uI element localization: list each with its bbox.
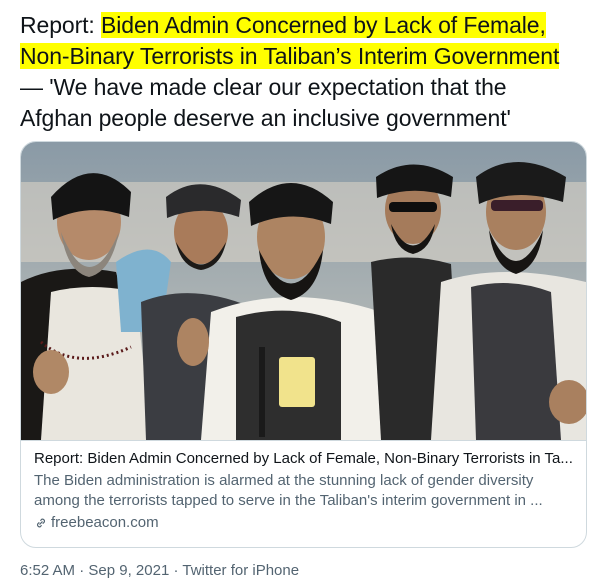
link-preview-card[interactable]: Report: Biden Admin Concerned by Lack of…: [20, 141, 587, 548]
link-icon: [36, 518, 46, 528]
card-image[interactable]: [21, 142, 586, 441]
card-domain: freebeacon.com: [34, 513, 579, 533]
tweet-text-line-3: — 'We have made clear our expectation th…: [20, 74, 507, 100]
tweet-time[interactable]: 6:52 AM: [20, 562, 75, 579]
tweet-meta: 6:52 AM · Sep 9, 2021 · Twitter for iPho…: [20, 562, 299, 579]
tweet-prefix: Report:: [20, 12, 102, 38]
tweet-text-line-2: Non-Binary Terrorists in Taliban’s Inter…: [20, 41, 600, 72]
tweet-date[interactable]: Sep 9, 2021: [88, 562, 169, 579]
card-domain-text: freebeacon.com: [51, 514, 159, 531]
card-description-line-1: The Biden administration is alarmed at t…: [34, 472, 534, 489]
tweet-text-line-4: Afghan people deserve an inclusive gover…: [20, 105, 511, 131]
card-body: Report: Biden Admin Concerned by Lack of…: [34, 449, 579, 533]
meta-separator: ·: [169, 562, 183, 579]
highlighted-headline-part-2: Non-Binary Terrorists in Taliban’s Inter…: [20, 43, 560, 69]
tweet-text-line-1: Report: Biden Admin Concerned by Lack of…: [20, 10, 600, 41]
card-title: Report: Biden Admin Concerned by Lack of…: [34, 450, 573, 467]
tweet-source[interactable]: Twitter for iPhone: [182, 562, 299, 579]
card-description-line-2: among the terrorists tapped to serve in …: [34, 492, 543, 509]
highlighted-headline-part-1: Biden Admin Concerned by Lack of Female,: [101, 12, 546, 38]
meta-separator: ·: [75, 562, 89, 579]
card-description: The Biden administration is alarmed at t…: [34, 471, 579, 511]
tweet-text: Report: Biden Admin Concerned by Lack of…: [20, 10, 600, 134]
